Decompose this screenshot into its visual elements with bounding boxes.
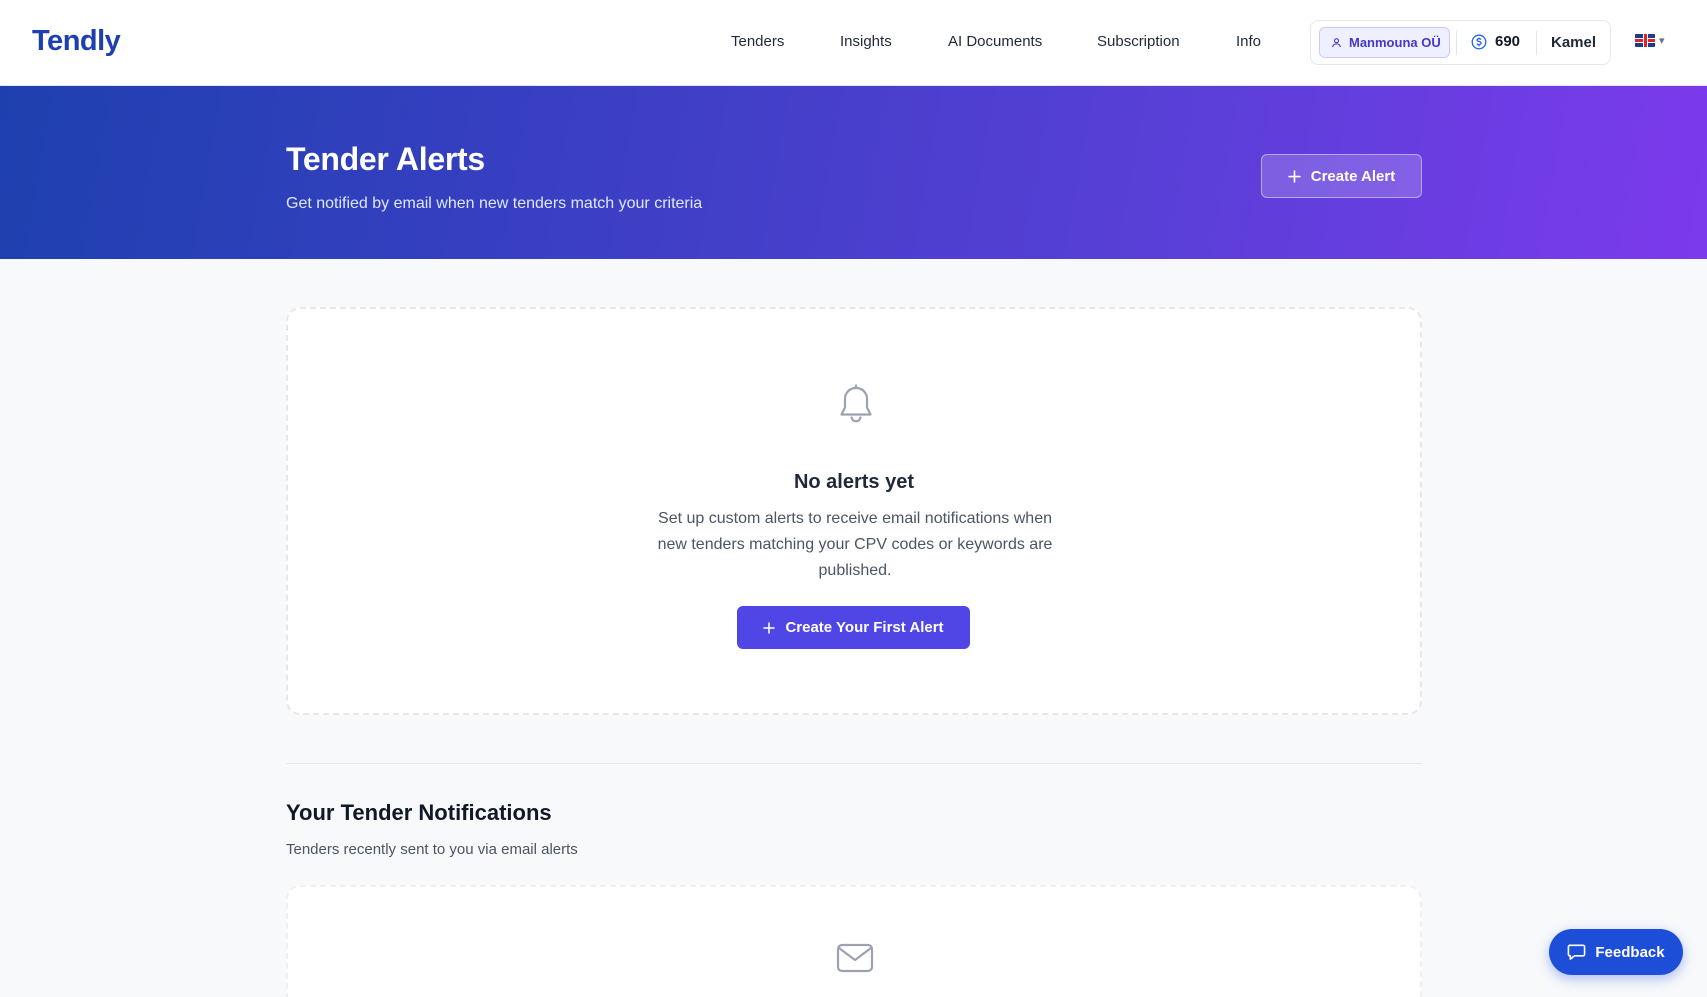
page-subtitle: Get notified by email when new tenders m… [286,195,703,212]
account-panel: Manmouna OÜ 690 Kamel [1310,20,1611,65]
nav-subscription[interactable]: Subscription [1097,33,1180,50]
nav-info[interactable]: Info [1236,33,1261,50]
top-navigation-bar: Tendly Tenders Insights AI Documents Sub… [0,0,1707,86]
user-menu[interactable]: Kamel [1551,34,1596,51]
chat-bubble-icon [1568,944,1586,960]
create-first-alert-button[interactable]: Create Your First Alert [737,606,970,649]
empty-state-title: No alerts yet [793,471,915,493]
page-title: Tender Alerts [286,141,485,177]
empty-state-description: Set up custom alerts to receive email no… [657,510,1053,579]
coin-icon [1471,34,1487,49]
notifications-subtitle: Tenders recently sent to you via email a… [286,841,578,858]
feedback-button[interactable]: Feedback [1549,929,1683,975]
plus-icon [1288,169,1301,183]
nav-tenders[interactable]: Tenders [731,33,784,50]
page-hero: Tender Alerts Get notified by email when… [0,86,1707,259]
notifications-empty-state [286,885,1422,997]
account-divider [1456,31,1457,55]
notifications-title: Your Tender Notifications [286,800,552,825]
credits-value: 690 [1495,33,1521,50]
account-divider [1536,31,1537,55]
plus-icon [763,621,776,634]
mail-icon [836,943,874,973]
language-selector[interactable]: ▾ [1635,34,1665,47]
feedback-label: Feedback [1595,943,1665,961]
create-alert-button[interactable]: Create Alert [1261,154,1422,198]
company-switcher[interactable]: Manmouna OÜ [1319,27,1450,58]
uk-flag-icon [1635,34,1655,47]
create-alert-label: Create Alert [1310,167,1396,185]
chevron-down-icon: ▾ [1659,35,1665,47]
alerts-empty-state: No alerts yet Set up custom alerts to re… [286,307,1422,715]
section-divider [286,763,1422,764]
credits-balance[interactable]: 690 [1471,33,1520,50]
create-first-alert-label: Create Your First Alert [785,619,944,636]
user-icon [1332,38,1341,48]
bell-icon [840,384,872,423]
nav-ai-documents[interactable]: AI Documents [948,33,1042,50]
nav-insights[interactable]: Insights [840,33,892,50]
tendly-logo[interactable]: Tendly [32,25,121,58]
company-name: Manmouna OÜ [1349,35,1441,50]
